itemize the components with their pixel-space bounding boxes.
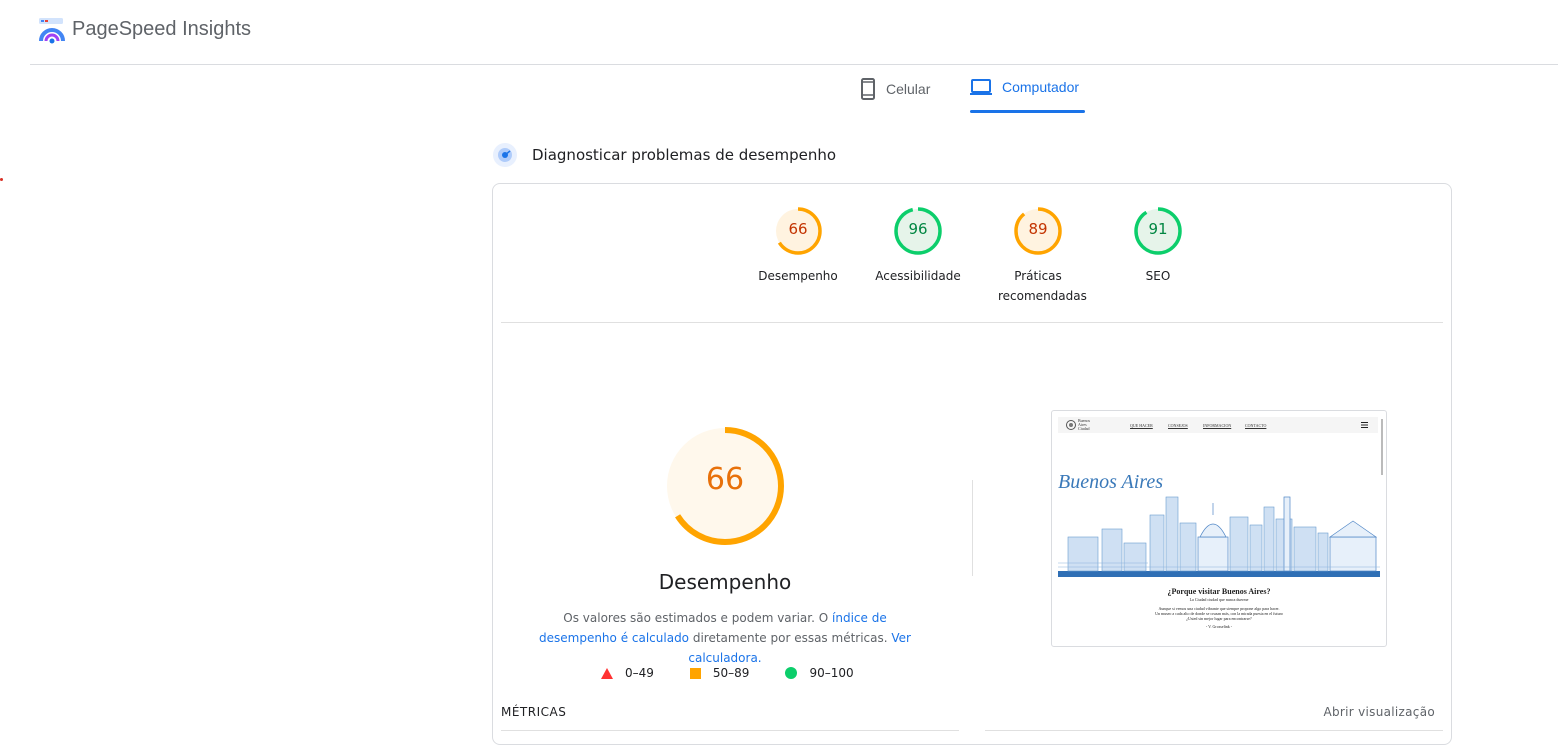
gauge-score: 91	[1148, 220, 1168, 238]
preview-brand-line: Ciudad	[1078, 426, 1090, 431]
preview-subheading: La Ciudad ciudad que nunca duerme	[1189, 597, 1249, 602]
vertical-divider	[972, 480, 973, 576]
legend-good: 90–100	[785, 666, 854, 680]
gauge-label: Desempenho	[758, 269, 838, 283]
gauge-score: 96	[908, 220, 928, 238]
laptop-icon	[970, 79, 992, 95]
phone-icon	[861, 78, 875, 100]
performance-label: Desempenho	[658, 570, 792, 594]
legend-range: 50–89	[712, 666, 750, 680]
square-icon	[689, 667, 701, 679]
performance-description: Os valores são estimados e podem variar.…	[533, 608, 917, 668]
tab-celular[interactable]: Celular	[860, 78, 930, 114]
tab-celular-label: Celular	[886, 81, 931, 97]
diagnose-icon	[493, 143, 517, 167]
section-heading: Diagnosticar problemas de desempenho	[492, 142, 836, 168]
preview-logo-icon	[1066, 420, 1076, 430]
app-header: PageSpeed Insights	[0, 0, 1558, 64]
pagespeed-logo-icon[interactable]	[38, 17, 66, 45]
circle-icon	[785, 667, 798, 679]
report-card: 66 Desempenho 96 Acessibilidade 89 Práti…	[492, 183, 1452, 745]
preview-nav-link: INFORMACION	[1203, 423, 1232, 428]
menu-icon	[1361, 422, 1368, 428]
card-divider	[501, 322, 1443, 323]
gauge-label: Acessibilidade	[875, 269, 961, 283]
gauge-score: 66	[788, 220, 808, 238]
gauge-label: SEO	[1145, 269, 1171, 283]
legend-poor: 0–49	[601, 666, 654, 680]
legend-range: 0–49	[625, 666, 654, 680]
gauge-score: 89	[1028, 220, 1048, 238]
preview-signature: - V. Grosselink -	[1205, 624, 1233, 629]
gauge-praticas[interactable]: 89 Práticas recomendadas	[988, 206, 1088, 306]
preview-nav-link: CONTACTO	[1245, 423, 1267, 428]
preview-nav-link: CONSEJOS	[1168, 423, 1188, 428]
preview-hero-title: Buenos Aires	[1058, 471, 1163, 493]
desc-text-2: diretamente por essas métricas.	[689, 631, 892, 645]
header-divider	[30, 64, 1558, 65]
triangle-icon	[601, 667, 613, 679]
page-screenshot-preview[interactable]: Buenos Aires Ciudad QUE HACER CONSEJOS I…	[1051, 410, 1387, 647]
legend-average: 50–89	[689, 666, 750, 680]
tab-active-indicator	[970, 110, 1085, 113]
preview-nav-link: QUE HACER	[1130, 423, 1153, 428]
preview-paragraph: ¿Usted sin mejor lugar para encontrarse?	[1186, 616, 1252, 621]
section-title: Diagnosticar problemas de desempenho	[532, 146, 837, 164]
preview-navbar: Buenos Aires Ciudad QUE HACER CONSEJOS I…	[1058, 417, 1378, 433]
performance-score: 66	[705, 462, 745, 497]
preview-heading: ¿Porque visitar Buenos Aires?	[1167, 587, 1271, 596]
desc-text-1: Os valores são estimados e podem variar.…	[563, 611, 833, 625]
gauge-acessibilidade[interactable]: 96 Acessibilidade	[868, 206, 968, 286]
metrics-heading: MÉTRICAS	[501, 705, 567, 719]
indicator-dot	[0, 178, 3, 181]
gauge-seo[interactable]: 91 SEO	[1108, 206, 1208, 286]
preview-brand: Buenos Aires Ciudad	[1078, 419, 1090, 431]
preview-scrollbar	[1381, 419, 1383, 475]
open-view-toggle[interactable]: Abrir visualização	[1323, 705, 1435, 719]
legend-range: 90–100	[809, 666, 854, 680]
gauge-desempenho[interactable]: 66 Desempenho	[748, 206, 848, 286]
tab-computador-label: Computador	[1002, 79, 1080, 95]
gauge-label: Práticas recomendadas	[998, 269, 1087, 303]
tab-computador[interactable]: Computador	[970, 78, 1079, 114]
app-title[interactable]: PageSpeed Insights	[72, 18, 251, 41]
score-legend: 0–49 50–89 90–100	[601, 666, 854, 680]
